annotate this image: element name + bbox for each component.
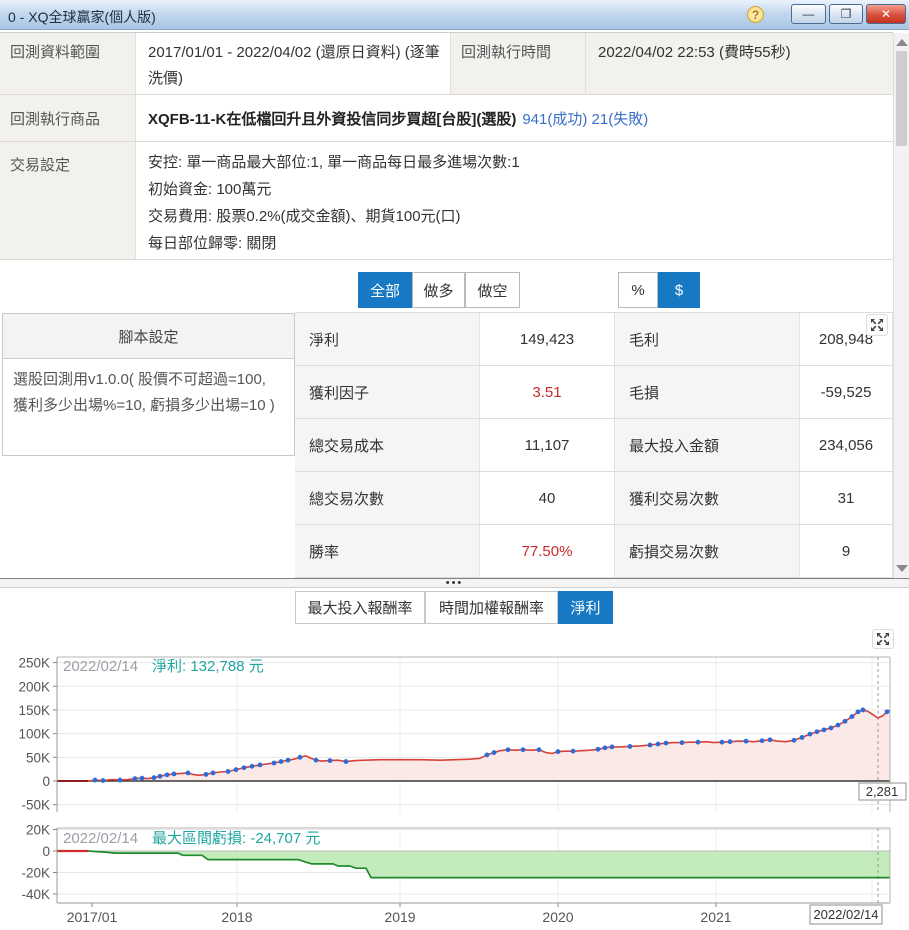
exec-product-label: 回測執行商品 (0, 95, 135, 142)
minimize-button[interactable]: — (791, 4, 826, 24)
exec-time-value: 2022/04/02 22:53 (費時55秒) (585, 33, 893, 95)
tab-max-invest-return[interactable]: 最大投入報酬率 (295, 591, 425, 624)
stat-label: 淨利 (295, 313, 480, 366)
svg-text:50K: 50K (26, 750, 50, 765)
stat-value: 31 (800, 472, 893, 525)
svg-text:0: 0 (42, 844, 50, 859)
svg-text:最大區間虧損: -24,707 元: 最大區間虧損: -24,707 元 (152, 830, 320, 847)
filter-long-button[interactable]: 做多 (412, 272, 465, 308)
restore-icon: ❐ (840, 7, 852, 21)
backtest-report-window: 0 - XQ全球贏家(個人版) ? — ❐ ✕ 回測資料範圍 2017/01/0… (0, 0, 909, 930)
svg-text:250K: 250K (18, 656, 50, 671)
svg-text:-40K: -40K (21, 887, 50, 902)
svg-text:100K: 100K (18, 727, 50, 742)
product-name: XQFB-11-K在低檔回升且外資投信同步買超[台股](選股) (148, 111, 517, 128)
stat-label: 毛利 (615, 313, 800, 366)
exec-product-value: XQFB-11-K在低檔回升且外資投信同步買超[台股](選股) 941(成功) 2… (135, 95, 893, 142)
svg-text:0: 0 (42, 774, 50, 789)
backtest-range-value: 2017/01/01 - 2022/04/02 (還原日資料) (逐筆洗價) (135, 33, 450, 95)
net-profit-drawdown-chart[interactable]: 250K 200K 150K 100K 50K 0 -50K 2022/02/14 淨利: 13… (0, 626, 909, 930)
svg-text:2,281: 2,281 (866, 784, 899, 799)
expand-icon (871, 319, 883, 331)
tab-net-profit[interactable]: 淨利 (558, 591, 613, 624)
stat-label: 獲利交易次數 (615, 472, 800, 525)
trade-settings-label: 交易設定 (0, 142, 135, 260)
stats-expand-button[interactable] (866, 314, 888, 336)
script-settings-box: 腳本設定 選股回測用v1.0.0( 股價不可超過=100, 獲利多少出場%=10… (2, 313, 295, 456)
exec-time-label: 回測執行時間 (450, 33, 585, 95)
script-settings-header: 腳本設定 (3, 314, 294, 359)
vertical-scrollbar[interactable] (893, 33, 909, 578)
stat-label: 毛損 (615, 366, 800, 419)
stat-value: 11,107 (480, 419, 615, 472)
restore-button[interactable]: ❐ (829, 4, 863, 24)
window-title: 0 - XQ全球贏家(個人版) (8, 9, 156, 25)
stat-value: 149,423 (480, 313, 615, 366)
svg-text:2022/02/14: 2022/02/14 (63, 658, 138, 675)
svg-text:2017/01: 2017/01 (67, 909, 118, 925)
stat-value: 234,056 (800, 419, 893, 472)
svg-text:2018: 2018 (221, 909, 252, 925)
stat-label: 勝率 (295, 525, 480, 578)
scroll-up-icon[interactable] (896, 39, 908, 46)
stat-value: 9 (800, 525, 893, 578)
svg-text:-20K: -20K (21, 866, 50, 881)
stat-label: 總交易成本 (295, 419, 480, 472)
svg-text:2021: 2021 (700, 909, 731, 925)
svg-text:150K: 150K (18, 703, 50, 718)
unit-dollar-button[interactable]: $ (658, 272, 700, 308)
filter-short-button[interactable]: 做空 (465, 272, 520, 308)
stat-label: 虧損交易次數 (615, 525, 800, 578)
close-icon: ✕ (880, 7, 892, 21)
trade-setting-line: 安控: 單一商品最大部位:1, 單一商品每日最多進場次數:1 (148, 154, 520, 171)
unit-percent-button[interactable]: % (618, 272, 658, 308)
tab-time-weighted-return[interactable]: 時間加權報酬率 (425, 591, 558, 624)
product-result-link[interactable]: 941(成功) 21(失敗) (522, 111, 648, 128)
stat-label: 總交易次數 (295, 472, 480, 525)
trade-setting-line: 初始資金: 100萬元 (148, 181, 272, 198)
stats-table: 淨利 149,423 毛利 208,948 獲利因子 3.51 毛損 -59,525 總交易成本… (295, 312, 893, 578)
trade-setting-line: 交易費用: 股票0.2%(成交金額)、期貨100元(口) (148, 208, 461, 225)
script-settings-text: 選股回測用v1.0.0( 股價不可超過=100, 獲利多少出場%=10, 虧損多… (13, 371, 275, 414)
stat-value: -59,525 (800, 366, 893, 419)
stat-label: 最大投入金額 (615, 419, 800, 472)
trade-settings-value: 安控: 單一商品最大部位:1, 單一商品每日最多進場次數:1 初始資金: 100萬… (135, 142, 893, 260)
splitter-grip-icon: ••• (445, 577, 464, 589)
stat-label: 獲利因子 (295, 366, 480, 419)
help-icon[interactable]: ? (747, 6, 764, 23)
stat-value: 40 (480, 472, 615, 525)
svg-text:-50K: -50K (21, 798, 50, 813)
close-button[interactable]: ✕ (866, 4, 906, 24)
svg-text:200K: 200K (18, 679, 50, 694)
trade-setting-line: 每日部位歸零: 關閉 (148, 235, 277, 252)
svg-text:淨利: 132,788 元: 淨利: 132,788 元 (152, 658, 264, 675)
svg-text:2019: 2019 (384, 909, 415, 925)
stat-value: 3.51 (480, 366, 615, 419)
svg-text:2020: 2020 (542, 909, 573, 925)
stat-value: 77.50% (480, 525, 615, 578)
svg-text:2022/02/14: 2022/02/14 (63, 830, 138, 847)
scroll-down-icon[interactable] (896, 565, 908, 572)
backtest-range-label: 回測資料範圍 (0, 33, 135, 95)
svg-text:2022/02/14: 2022/02/14 (813, 907, 878, 922)
pane-splitter[interactable]: ••• (0, 577, 909, 589)
svg-text:20K: 20K (26, 823, 50, 838)
title-bar: 0 - XQ全球贏家(個人版) ? — ❐ ✕ (0, 0, 909, 30)
filter-all-button[interactable]: 全部 (358, 272, 412, 308)
scrollbar-thumb[interactable] (896, 51, 907, 146)
minimize-icon: — (802, 7, 815, 21)
